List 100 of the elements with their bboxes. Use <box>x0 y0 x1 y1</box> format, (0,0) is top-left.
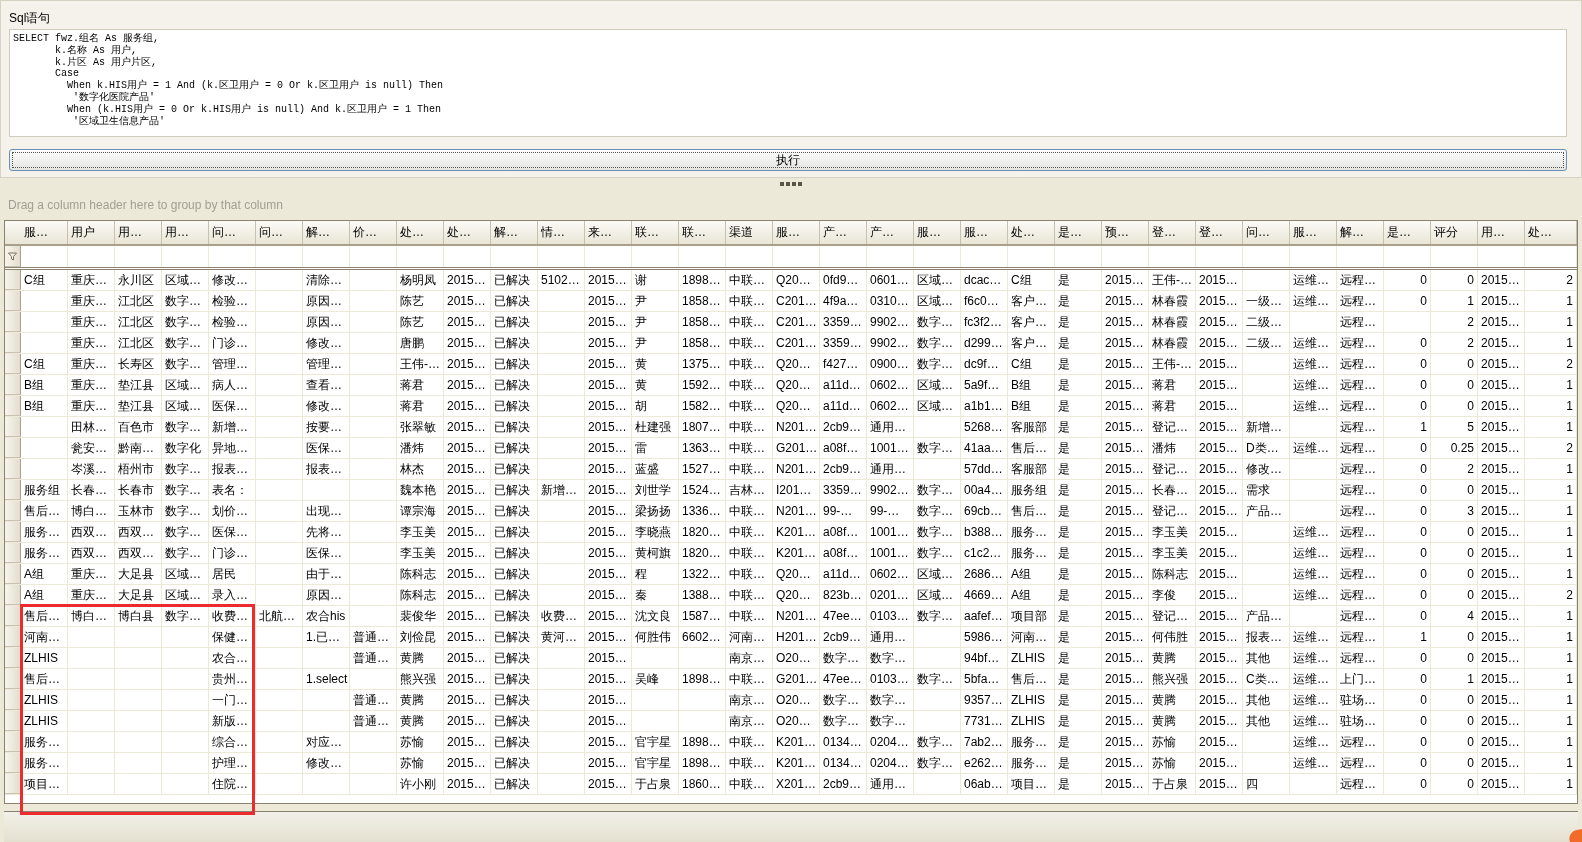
column-header[interactable]: 服… <box>914 221 961 244</box>
row-selector[interactable] <box>5 606 21 626</box>
row-selector[interactable] <box>5 480 21 500</box>
table-cell: 99-… <box>820 501 867 521</box>
table-cell: 0103… <box>867 606 914 626</box>
table-cell: 2015… <box>1196 438 1243 458</box>
column-header[interactable]: 价… <box>350 221 397 244</box>
table-cell: 是 <box>1055 438 1102 458</box>
column-header[interactable]: 是… <box>1055 221 1102 244</box>
table-cell: 数字… <box>820 690 867 710</box>
row-selector[interactable] <box>5 585 21 605</box>
column-header[interactable]: 登… <box>1149 221 1196 244</box>
table-cell: 二级… <box>1243 333 1290 353</box>
table-cell: 长春市 <box>115 480 162 500</box>
row-selector[interactable] <box>5 501 21 521</box>
table-cell: 823b… <box>820 585 867 605</box>
column-header[interactable]: 处… <box>1008 221 1055 244</box>
table-cell: 蒋君 <box>397 375 444 395</box>
column-header[interactable]: 服… <box>1290 221 1337 244</box>
row-selector[interactable] <box>5 690 21 710</box>
splitter-grip-icon[interactable] <box>780 182 802 186</box>
column-header[interactable]: 评分 <box>1431 221 1478 244</box>
row-selector[interactable] <box>5 522 21 542</box>
column-header[interactable]: 联… <box>632 221 679 244</box>
column-header[interactable]: 处… <box>397 221 444 244</box>
column-header[interactable]: 服… <box>21 221 68 244</box>
row-selector[interactable] <box>5 396 21 416</box>
column-header[interactable]: 用… <box>1478 221 1525 244</box>
table-cell: 农合his <box>303 606 350 626</box>
row-selector[interactable] <box>5 375 21 395</box>
table-cell: 是 <box>1055 585 1102 605</box>
row-selector[interactable] <box>5 417 21 437</box>
table-cell: 运维… <box>1290 354 1337 374</box>
column-header[interactable]: 解… <box>303 221 350 244</box>
table-cell: 大足县 <box>115 585 162 605</box>
table-cell: 2015… <box>585 774 632 794</box>
column-header[interactable]: 用户 <box>68 221 115 244</box>
table-cell: 田林… <box>68 417 115 437</box>
row-selector[interactable] <box>5 354 21 374</box>
table-cell: 已解决 <box>491 375 538 395</box>
table-cell: 重庆… <box>68 333 115 353</box>
column-header[interactable]: 解… <box>491 221 538 244</box>
table-cell: B组 <box>21 375 68 395</box>
row-selector[interactable] <box>5 732 21 752</box>
table-cell: ZLHIS <box>1008 690 1055 710</box>
column-header[interactable]: 产… <box>867 221 914 244</box>
column-header[interactable]: 是… <box>1384 221 1431 244</box>
column-header[interactable]: 登… <box>1196 221 1243 244</box>
column-header[interactable]: 解… <box>1337 221 1384 244</box>
column-header[interactable]: 来… <box>585 221 632 244</box>
column-header[interactable]: 服… <box>961 221 1008 244</box>
sql-editor[interactable]: SELECT fwz.组名 As 服务组, k.名称 As 用户, k.片区 As 用户片区, Case When k.HIS用户 = 1 And (k.区卫用户 = 0 Or k.区卫用户 is null) Then '数字化医院产品' When (k.HIS用户 = 0 Or k.HIS用户 is null) And k.区卫用户 = 1 Then '区域卫生信息产品' <box>9 29 1567 137</box>
table-cell: 数字… <box>867 648 914 668</box>
table-cell: 产品… <box>1243 606 1290 626</box>
table-cell: ZLHIS <box>21 690 68 710</box>
column-header[interactable]: 处… <box>444 221 491 244</box>
table-cell: 2015… <box>585 375 632 395</box>
column-header[interactable]: 处… <box>1525 221 1577 244</box>
table-cell: dc9f… <box>961 354 1008 374</box>
column-header[interactable]: 服… <box>773 221 820 244</box>
table-cell: 1322… <box>679 564 726 584</box>
row-selector[interactable] <box>5 270 21 290</box>
column-header[interactable]: 产… <box>820 221 867 244</box>
table-cell: 1 <box>1384 417 1431 437</box>
row-selector[interactable] <box>5 627 21 647</box>
row-selector[interactable] <box>5 291 21 311</box>
row-selector[interactable] <box>5 564 21 584</box>
column-header[interactable]: 预… <box>1102 221 1149 244</box>
row-selector[interactable] <box>5 669 21 689</box>
table-cell: 黄腾 <box>1149 648 1196 668</box>
column-header[interactable]: 情… <box>538 221 585 244</box>
table-cell: 1 <box>1525 501 1577 521</box>
column-header[interactable]: 问… <box>209 221 256 244</box>
table-cell: 2015… <box>1102 543 1149 563</box>
row-selector[interactable] <box>5 648 21 668</box>
execute-button[interactable]: 执行 <box>9 149 1567 171</box>
row-selector[interactable] <box>5 438 21 458</box>
table-cell: 是 <box>1055 606 1102 626</box>
row-selector[interactable] <box>5 774 21 794</box>
column-header[interactable]: 问… <box>1243 221 1290 244</box>
column-header[interactable]: 用… <box>115 221 162 244</box>
table-cell: 2015… <box>585 669 632 689</box>
row-selector[interactable] <box>5 711 21 731</box>
row-selector[interactable] <box>5 459 21 479</box>
row-selector[interactable] <box>5 753 21 773</box>
table-cell: 长春… <box>1149 480 1196 500</box>
table-cell: 医保… <box>209 522 256 542</box>
table-cell: 1 <box>1525 753 1577 773</box>
column-header[interactable]: 渠道 <box>726 221 773 244</box>
column-header[interactable]: 用… <box>162 221 209 244</box>
table-cell: 2 <box>1431 459 1478 479</box>
table-cell: 河南… <box>1008 627 1055 647</box>
table-cell: 先将… <box>303 522 350 542</box>
filter-icon[interactable] <box>8 251 17 261</box>
row-selector[interactable] <box>5 333 21 353</box>
row-selector[interactable] <box>5 312 21 332</box>
column-header[interactable]: 问… <box>256 221 303 244</box>
table-cell: 1 <box>1525 333 1577 353</box>
row-selector[interactable] <box>5 543 21 563</box>
column-header[interactable]: 联… <box>679 221 726 244</box>
